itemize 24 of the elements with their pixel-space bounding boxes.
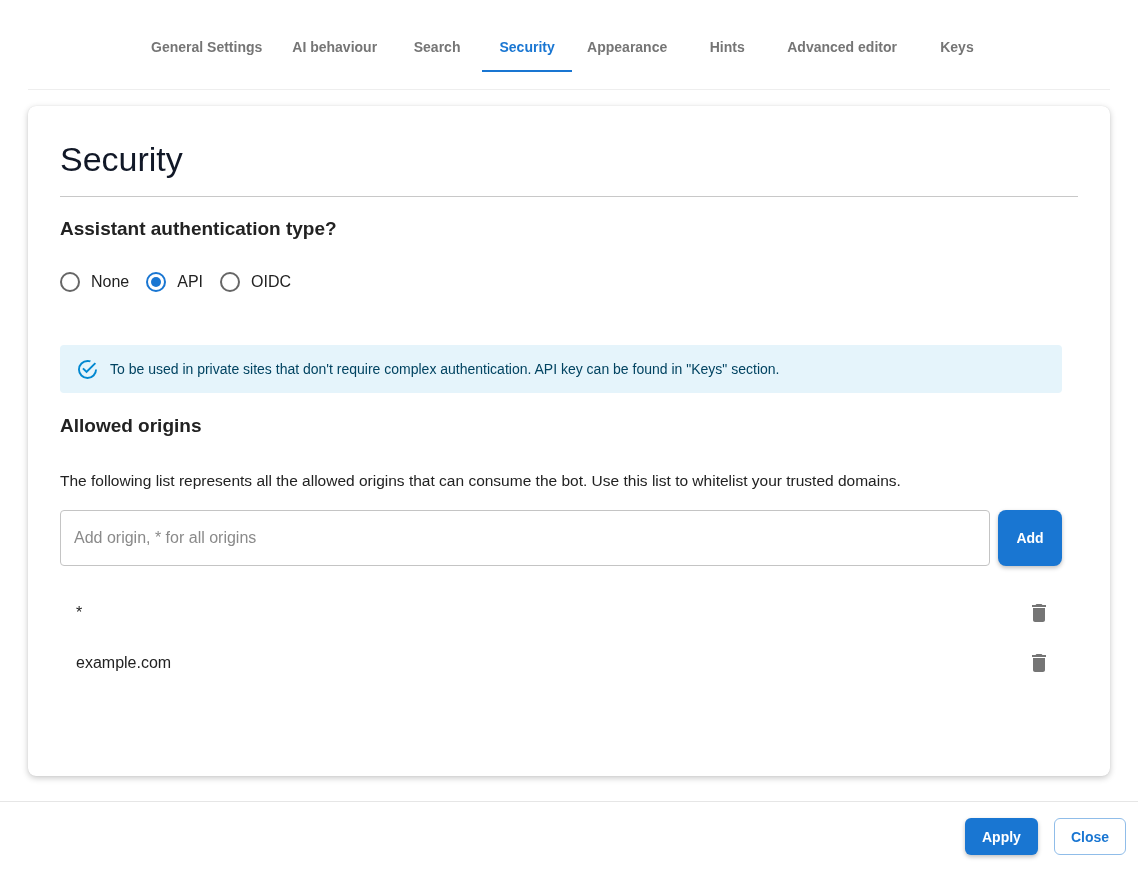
trash-icon [1032,654,1046,672]
add-button[interactable]: Add [998,510,1062,566]
origin-text: * [76,604,83,622]
tab[interactable]: General Settings [136,24,278,72]
tab[interactable]: Keys [911,24,1002,72]
tab[interactable]: AI behaviour [277,24,393,72]
section-heading: Assistant authentication type? [60,217,338,241]
trash-icon [1032,604,1046,622]
tab[interactable]: Appearance [572,24,683,72]
origin-text: example.com [76,654,172,672]
close-button[interactable]: Close [1053,818,1126,855]
alert-message: To be used in private sites that don't require complex authentication. API key can be found in "Keys" section. [110,361,780,377]
radio-option[interactable]: API [146,272,204,292]
origin-input-field[interactable]: Add origin, * for all origins [60,510,990,566]
section-heading: Allowed origins [60,414,203,438]
description-text: The following list represents all the allowed origins that can consume the bot. Use this list to whitelist your trusted domains. [60,471,902,491]
tab[interactable]: Hints [682,24,773,72]
apply-button[interactable]: Apply [965,818,1038,855]
panel-title: Security [60,139,184,180]
radio-option[interactable]: None [60,272,130,292]
tab[interactable]: Search [392,24,483,72]
tab[interactable]: Advanced editor [772,24,912,72]
radio-option[interactable]: OIDC [220,272,292,292]
tab[interactable]: Security [482,24,573,72]
